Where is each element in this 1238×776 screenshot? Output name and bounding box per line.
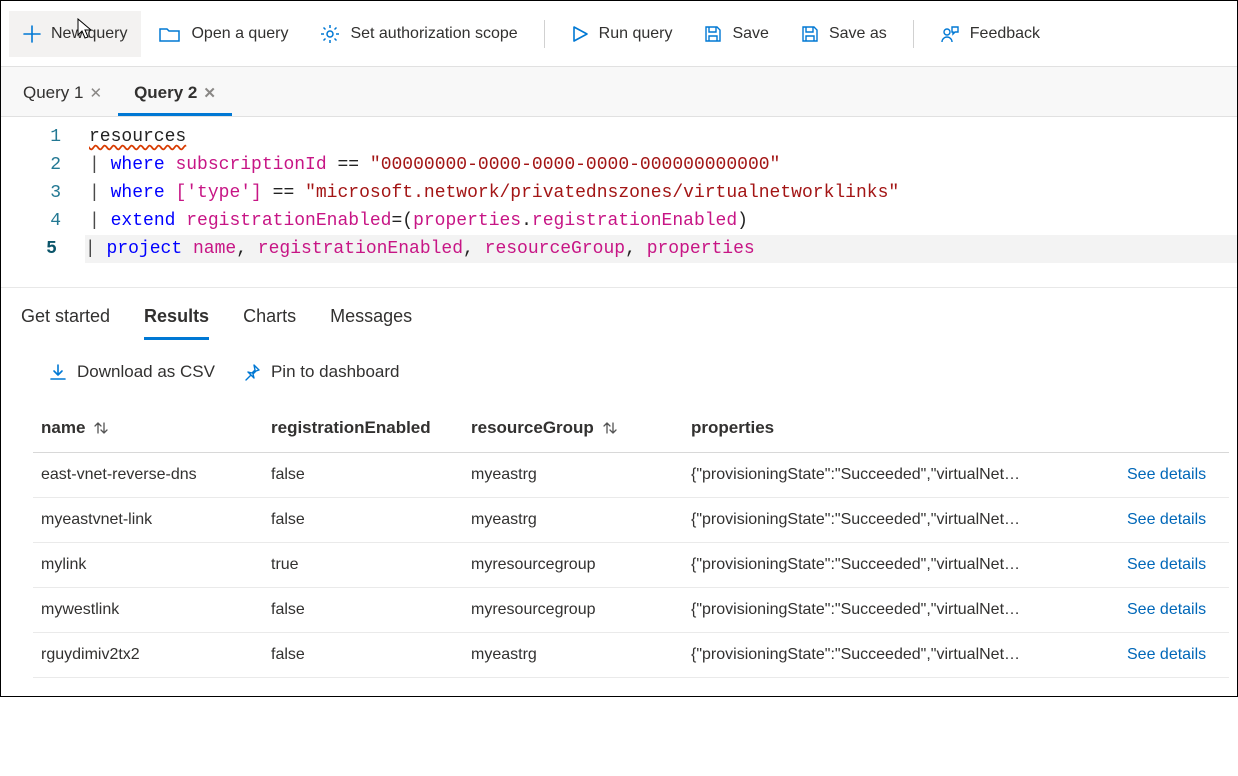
cell-resourcegroup: myresourcegroup: [463, 588, 683, 633]
table-row[interactable]: east-vnet-reverse-dnsfalsemyeastrg{"prov…: [33, 453, 1229, 498]
tab-messages[interactable]: Messages: [330, 306, 412, 340]
line-number: 2: [1, 151, 89, 179]
col-header-properties[interactable]: properties: [683, 406, 1119, 453]
cell-properties: {"provisioningState":"Succeeded","virtua…: [683, 588, 1119, 633]
cell-properties: {"provisioningState":"Succeeded","virtua…: [683, 543, 1119, 588]
cell-resourcegroup: myeastrg: [463, 633, 683, 678]
col-header-resourcegroup[interactable]: resourceGroup: [463, 406, 683, 453]
tab-get-started[interactable]: Get started: [21, 306, 110, 340]
result-actions: Download as CSV Pin to dashboard: [1, 340, 1237, 396]
feedback-label: Feedback: [970, 25, 1040, 43]
cell-registration: false: [263, 633, 463, 678]
new-query-label: New query: [51, 25, 127, 43]
token-resources: resources: [89, 127, 186, 147]
cell-name: east-vnet-reverse-dns: [33, 453, 263, 498]
pin-dashboard-button[interactable]: Pin to dashboard: [243, 362, 400, 382]
cell-name: mywestlink: [33, 588, 263, 633]
close-icon[interactable]: ✕: [89, 84, 102, 102]
auth-scope-button[interactable]: Set authorization scope: [306, 11, 531, 57]
cell-resourcegroup: myresourcegroup: [463, 543, 683, 588]
line-number: 3: [1, 179, 89, 207]
query-tab-1[interactable]: Query 1 ✕: [7, 71, 118, 116]
line-number: 1: [1, 123, 89, 151]
col-header-name[interactable]: name: [33, 406, 263, 453]
save-as-icon: [801, 25, 819, 43]
table-header-row: name registrationEnabled resourceGroup p…: [33, 406, 1229, 453]
table-row[interactable]: rguydimiv2tx2falsemyeastrg{"provisioning…: [33, 633, 1229, 678]
run-query-label: Run query: [599, 25, 673, 43]
pin-icon: [243, 363, 261, 381]
save-as-button[interactable]: Save as: [787, 11, 901, 57]
see-details-link[interactable]: See details: [1127, 646, 1206, 663]
cell-registration: false: [263, 453, 463, 498]
tab-results[interactable]: Results: [144, 306, 209, 340]
cell-resourcegroup: myeastrg: [463, 498, 683, 543]
play-icon: [571, 25, 589, 43]
cell-name: rguydimiv2tx2: [33, 633, 263, 678]
save-as-label: Save as: [829, 25, 887, 43]
tab-charts[interactable]: Charts: [243, 306, 296, 340]
cell-name: mylink: [33, 543, 263, 588]
download-icon: [49, 363, 67, 381]
folder-open-icon: [159, 25, 181, 43]
cell-resourcegroup: myeastrg: [463, 453, 683, 498]
cell-registration: false: [263, 588, 463, 633]
close-icon[interactable]: ✕: [203, 84, 216, 102]
toolbar-separator-2: [913, 20, 914, 48]
download-csv-button[interactable]: Download as CSV: [49, 362, 215, 382]
auth-scope-label: Set authorization scope: [350, 25, 517, 43]
code-editor[interactable]: 1 resources 2 | where subscriptionId == …: [1, 117, 1237, 288]
line-number: 5: [1, 235, 85, 263]
query-tabs: Query 1 ✕ Query 2 ✕: [1, 67, 1237, 117]
query-tab-2[interactable]: Query 2 ✕: [118, 71, 232, 116]
open-query-label: Open a query: [191, 25, 288, 43]
see-details-link[interactable]: See details: [1127, 601, 1206, 618]
save-label: Save: [732, 25, 768, 43]
toolbar-separator: [544, 20, 545, 48]
download-csv-label: Download as CSV: [77, 362, 215, 382]
col-header-registration[interactable]: registrationEnabled: [263, 406, 463, 453]
gear-icon: [320, 24, 340, 44]
result-tabs: Get started Results Charts Messages: [1, 288, 1237, 340]
cell-properties: {"provisioningState":"Succeeded","virtua…: [683, 498, 1119, 543]
cell-properties: {"provisioningState":"Succeeded","virtua…: [683, 633, 1119, 678]
results-table: name registrationEnabled resourceGroup p…: [33, 406, 1229, 678]
sort-icon[interactable]: [91, 421, 111, 435]
feedback-button[interactable]: Feedback: [926, 11, 1054, 57]
toolbar: New query Open a query Set authorization…: [1, 1, 1237, 67]
cell-properties: {"provisioningState":"Succeeded","virtua…: [683, 453, 1119, 498]
plus-icon: [23, 25, 41, 43]
see-details-link[interactable]: See details: [1127, 556, 1206, 573]
see-details-link[interactable]: See details: [1127, 511, 1206, 528]
see-details-link[interactable]: See details: [1127, 466, 1206, 483]
table-row[interactable]: myeastvnet-linkfalsemyeastrg{"provisioni…: [33, 498, 1229, 543]
open-query-button[interactable]: Open a query: [145, 11, 302, 57]
cell-registration: true: [263, 543, 463, 588]
run-query-button[interactable]: Run query: [557, 11, 687, 57]
sort-icon[interactable]: [600, 421, 620, 435]
save-icon: [704, 25, 722, 43]
cell-registration: false: [263, 498, 463, 543]
save-button[interactable]: Save: [690, 11, 782, 57]
query-tab-2-label: Query 2: [134, 83, 197, 103]
table-row[interactable]: mywestlinkfalsemyresourcegroup{"provisio…: [33, 588, 1229, 633]
new-query-button[interactable]: New query: [9, 11, 141, 57]
cell-name: myeastvnet-link: [33, 498, 263, 543]
person-feedback-icon: [940, 24, 960, 44]
line-number: 4: [1, 207, 89, 235]
table-row[interactable]: mylinktruemyresourcegroup{"provisioningS…: [33, 543, 1229, 588]
pin-dashboard-label: Pin to dashboard: [271, 362, 400, 382]
query-tab-1-label: Query 1: [23, 83, 83, 103]
